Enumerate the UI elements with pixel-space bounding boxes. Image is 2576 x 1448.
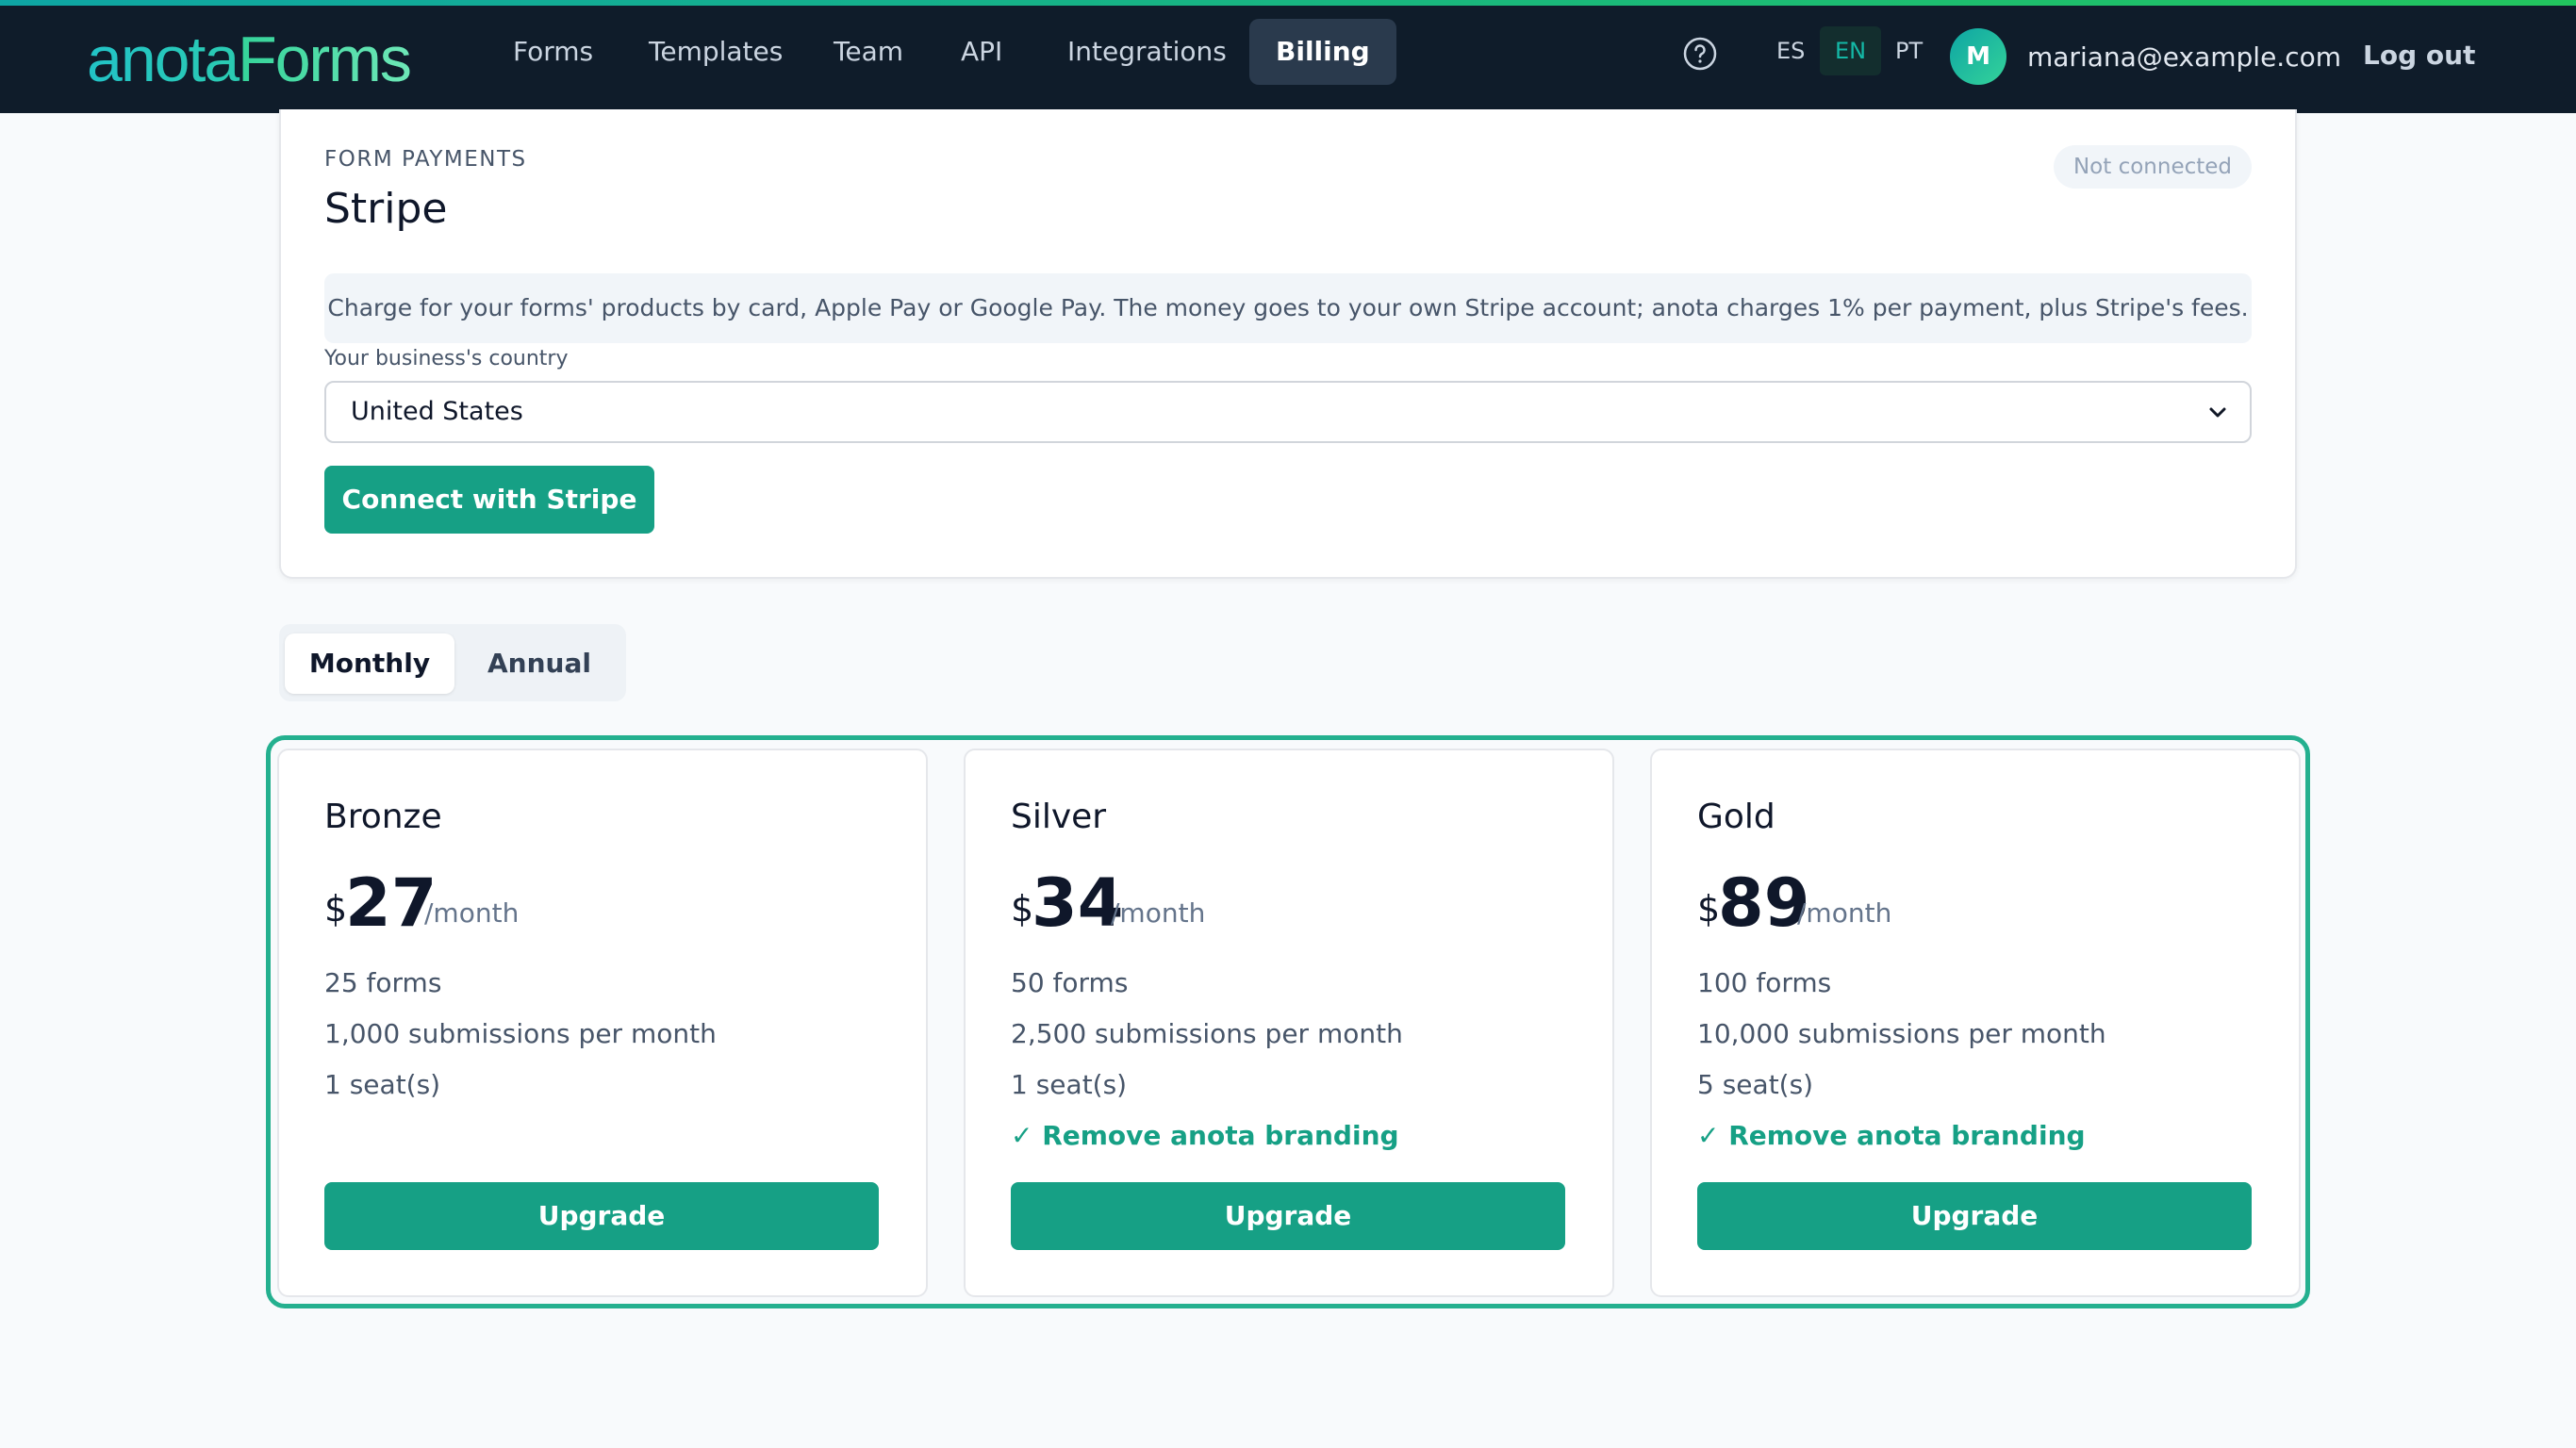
lang-pt[interactable]: PT: [1880, 26, 1938, 75]
logout-button[interactable]: Log out: [2363, 32, 2475, 79]
plan-currency: $: [1011, 888, 1034, 930]
plan-feature: 1,000 submissions per month: [324, 1018, 717, 1049]
plan-currency: $: [1697, 888, 1721, 930]
nav-forms[interactable]: Forms: [487, 19, 619, 85]
upgrade-button-gold[interactable]: Upgrade: [1697, 1182, 2252, 1250]
plan-currency: $: [324, 888, 348, 930]
stripe-title: Stripe: [324, 185, 448, 233]
lang-es[interactable]: ES: [1761, 26, 1820, 75]
nav-team[interactable]: Team: [807, 19, 930, 85]
plan-feature: 100 forms: [1697, 967, 1832, 998]
plan-feature: 1 seat(s): [324, 1069, 441, 1100]
nav-api[interactable]: API: [934, 19, 1029, 85]
lang-en[interactable]: EN: [1820, 26, 1882, 75]
stripe-info-box: Charge for your forms' products by card,…: [324, 273, 2252, 343]
plan-price: 27: [345, 864, 438, 942]
nav-integrations[interactable]: Integrations: [1041, 19, 1253, 85]
plan-feature: 1 seat(s): [1011, 1069, 1128, 1100]
help-icon[interactable]: [1682, 36, 1718, 72]
country-label: Your business's country: [324, 347, 569, 370]
connect-stripe-button[interactable]: Connect with Stripe: [324, 466, 654, 534]
plan-feature: 2,500 submissions per month: [1011, 1018, 1403, 1049]
plan-name: Silver: [1011, 798, 1107, 836]
plan-price: 89: [1718, 864, 1810, 942]
plan-feature: 10,000 submissions per month: [1697, 1018, 2106, 1049]
toggle-monthly[interactable]: Monthly: [285, 634, 454, 694]
plan-period: /month: [424, 897, 520, 929]
logo-text-anota: anota: [87, 24, 239, 95]
plan-feature-remove-branding: ✓ Remove anota branding: [1697, 1120, 2086, 1151]
upgrade-button-bronze[interactable]: Upgrade: [324, 1182, 879, 1250]
nav-templates[interactable]: Templates: [622, 19, 809, 85]
user-email[interactable]: mariana@example.com: [2027, 34, 2341, 81]
plan-feature-remove-branding: ✓ Remove anota branding: [1011, 1120, 1399, 1151]
user-avatar[interactable]: M: [1950, 28, 2006, 85]
plan-name: Gold: [1697, 798, 1775, 836]
plan-period: /month: [1111, 897, 1206, 929]
plan-feature: 5 seat(s): [1697, 1069, 1814, 1100]
plan-period: /month: [1797, 897, 1892, 929]
plan-feature: 50 forms: [1011, 967, 1129, 998]
upgrade-button-silver[interactable]: Upgrade: [1011, 1182, 1565, 1250]
plan-price: 34: [1032, 864, 1124, 942]
section-eyebrow: FORM PAYMENTS: [324, 147, 527, 172]
plan-name: Bronze: [324, 798, 442, 836]
app-logo[interactable]: anotaForms: [87, 17, 412, 102]
logo-text-forms: Forms: [238, 24, 412, 95]
country-select-value: United States: [351, 397, 523, 426]
country-select[interactable]: United States: [324, 381, 2252, 443]
nav-billing[interactable]: Billing: [1249, 19, 1396, 85]
connection-status-badge: Not connected: [2054, 145, 2252, 189]
toggle-annual[interactable]: Annual: [456, 634, 622, 694]
plan-feature: 25 forms: [324, 967, 442, 998]
chevron-down-icon: [2209, 407, 2226, 418]
